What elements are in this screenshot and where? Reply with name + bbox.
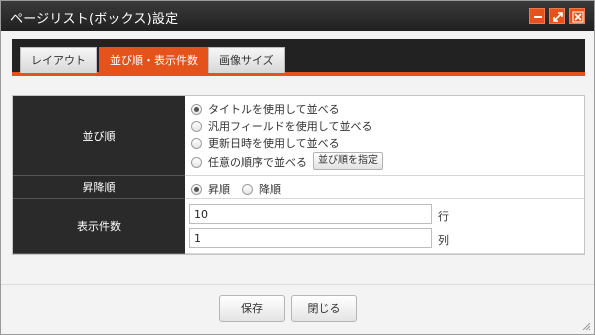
direction-label: 昇降順 <box>13 176 185 199</box>
radio-descending[interactable]: 降順 <box>242 181 281 197</box>
sort-order-row: 並び順 タイトルを使用して並べる 汎用フィールドを使用して並べる 更新日時を使用… <box>13 96 584 176</box>
display-count-label: 表示件数 <box>13 199 185 254</box>
maximize-icon <box>553 12 563 22</box>
radio-indicator[interactable] <box>191 103 202 115</box>
radio-indicator[interactable] <box>191 183 202 195</box>
direction-options: 昇順 降順 <box>185 176 584 199</box>
specify-order-button[interactable]: 並び順を指定 <box>313 152 383 170</box>
resize-grip-icon[interactable] <box>581 321 591 331</box>
close-window-button[interactable] <box>569 8 585 24</box>
display-count-fields: 行 列 <box>185 199 584 254</box>
direction-row: 昇降順 昇順 降順 <box>13 176 584 199</box>
tab-sort-and-count[interactable]: 並び順・表示件数 <box>99 47 209 73</box>
radio-label: 昇順 <box>208 183 230 196</box>
radio-label: 降順 <box>259 183 281 196</box>
tab-layout[interactable]: レイアウト <box>20 47 97 73</box>
radio-indicator[interactable] <box>191 120 202 132</box>
radio-ascending[interactable]: 昇順 <box>191 181 230 197</box>
cols-input[interactable] <box>189 228 432 248</box>
sort-order-label: 並び順 <box>13 96 185 176</box>
radio-sort-custom[interactable]: 任意の順序で並べる <box>191 154 307 170</box>
radio-label: 汎用フィールドを使用して並べる <box>208 120 373 133</box>
rows-input[interactable] <box>189 204 432 224</box>
radio-indicator[interactable] <box>191 156 202 168</box>
save-button[interactable]: 保存 <box>219 295 285 322</box>
radio-sort-updated[interactable]: 更新日時を使用して並べる <box>191 135 340 151</box>
rows-unit: 行 <box>438 210 449 223</box>
radio-label: 更新日時を使用して並べる <box>208 137 340 150</box>
window-title: ページリスト(ボックス)設定 <box>10 12 179 27</box>
sort-order-options: タイトルを使用して並べる 汎用フィールドを使用して並べる 更新日時を使用して並べ… <box>185 96 584 176</box>
radio-sort-generic-field[interactable]: 汎用フィールドを使用して並べる <box>191 118 372 134</box>
minimize-button[interactable] <box>529 8 545 24</box>
minimize-icon <box>534 16 542 18</box>
radio-indicator[interactable] <box>242 183 253 195</box>
radio-sort-title[interactable]: タイトルを使用して並べる <box>191 101 340 117</box>
close-icon <box>572 11 584 23</box>
radio-indicator[interactable] <box>191 137 202 149</box>
tab-image-size[interactable]: 画像サイズ <box>208 47 285 73</box>
radio-label: 任意の順序で並べる <box>208 156 307 169</box>
close-button[interactable]: 閉じる <box>291 295 357 322</box>
cols-unit: 列 <box>438 234 449 247</box>
settings-form: 並び順 タイトルを使用して並べる 汎用フィールドを使用して並べる 更新日時を使用… <box>12 95 585 255</box>
display-count-row: 表示件数 行 列 <box>13 199 584 254</box>
footer-divider <box>1 284 594 285</box>
settings-dialog: ページリスト(ボックス)設定 レイアウト 並び順・表示件数 画像サイズ 並び順 <box>0 0 595 335</box>
tab-bar: レイアウト 並び順・表示件数 画像サイズ <box>12 39 585 76</box>
title-bar[interactable]: ページリスト(ボックス)設定 <box>1 1 594 31</box>
radio-label: タイトルを使用して並べる <box>208 103 340 116</box>
maximize-button[interactable] <box>549 8 565 24</box>
